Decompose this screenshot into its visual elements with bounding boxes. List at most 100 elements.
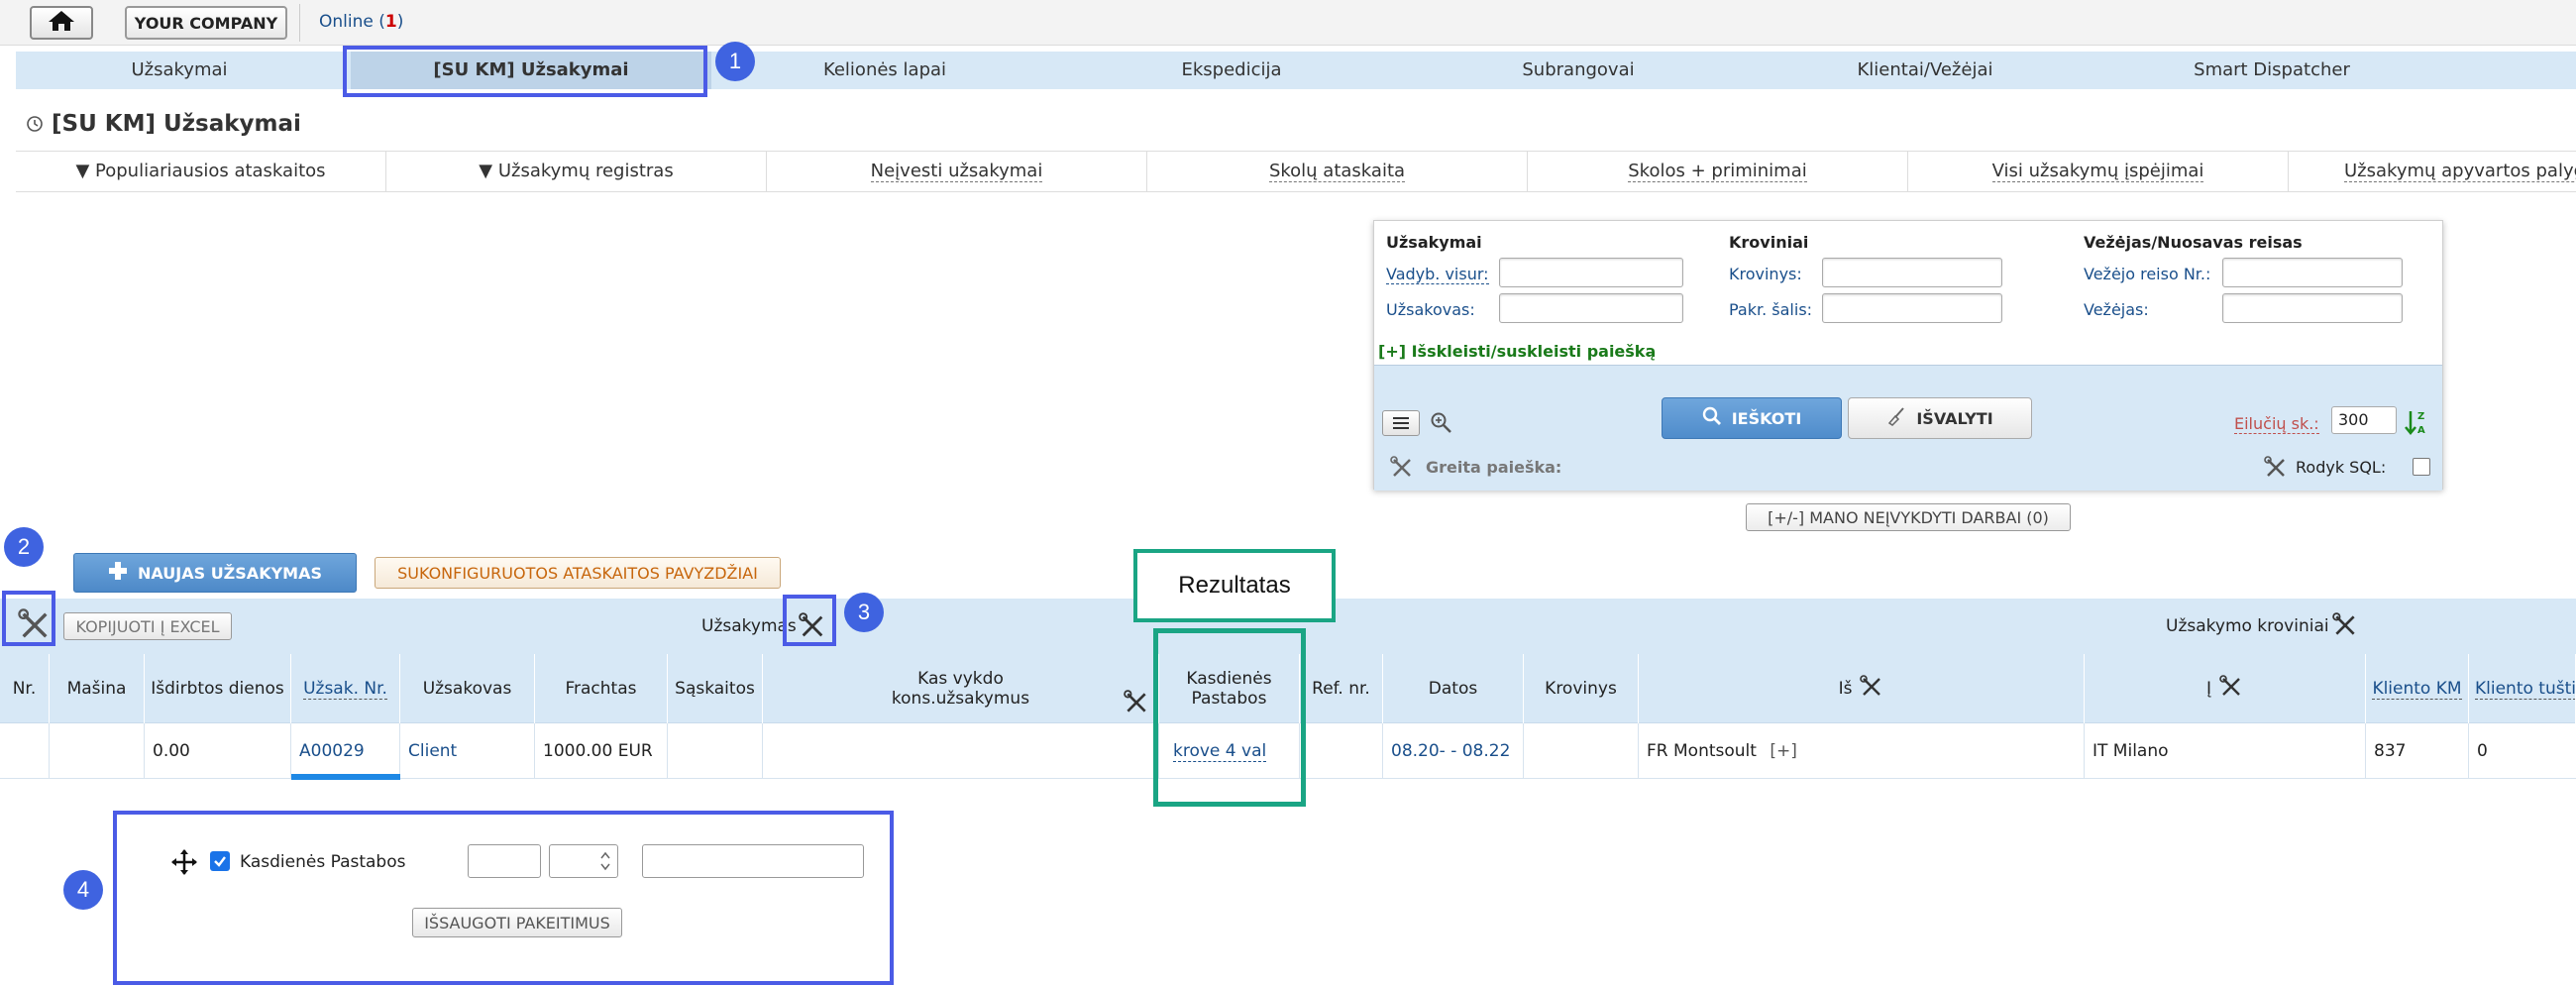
col-cargo[interactable]: Krovinys: [1524, 654, 1639, 723]
divider: [299, 4, 300, 42]
col-invoices[interactable]: Sąskaitos: [668, 654, 763, 723]
tools-icon[interactable]: [2264, 456, 2288, 484]
tab-debts-reminders[interactable]: Skolos + priminimai: [1528, 152, 1908, 191]
my-pending-tasks-button[interactable]: [+/-] MANO NEĮVYKDYTI DARBAI (0): [1746, 503, 2071, 531]
copy-to-excel-button[interactable]: KOPIJUOTI Į EXCEL: [63, 612, 232, 640]
col-machine[interactable]: Mašina: [50, 654, 145, 723]
online-indicator[interactable]: Online (1): [319, 12, 403, 32]
col-freight[interactable]: Frachtas: [535, 654, 668, 723]
cell-order-no[interactable]: A00029: [291, 723, 400, 779]
carrier-heading: Vežėjas/Nuosavas reisas: [2084, 233, 2303, 252]
rows-count-input[interactable]: 300: [2331, 406, 2397, 434]
tab-expedition[interactable]: Ekspedicija: [1058, 52, 1405, 89]
col-to[interactable]: Į: [2085, 654, 2366, 723]
tab-turnover-comparison[interactable]: Užsakymų apyvartos palyginimas: [2289, 152, 2576, 191]
col-dates[interactable]: Datos: [1383, 654, 1524, 723]
column-title-input[interactable]: [642, 844, 864, 878]
report-examples-button[interactable]: SUKONFIGURUOTOS ATASKAITOS PAVYZDŽIAI: [375, 557, 781, 589]
clear-button-label: IŠVALYTI: [1916, 408, 1993, 428]
new-order-button-label: NAUJAS UŽSAKYMAS: [137, 563, 322, 583]
col-client-empty-label: Kliento tušti: [2475, 678, 2576, 700]
col-from[interactable]: Iš: [1639, 654, 2085, 723]
col-cons-executor-line1: Kas vykdo: [917, 669, 1004, 689]
tools-icon[interactable]: [2332, 612, 2358, 642]
orders-heading: Užsakymai: [1386, 233, 1482, 252]
col-cons-executor[interactable]: Kas vykdo kons.užsakymus: [763, 654, 1159, 723]
show-sql-label: Rodyk SQL:: [2296, 458, 2387, 477]
expand-stops-link[interactable]: [+]: [1770, 741, 1797, 761]
expand-search-link[interactable]: [+] Išskleisti/suskleisti paiešką: [1378, 342, 1656, 361]
divider: [1374, 365, 2442, 366]
search-button[interactable]: IEŠKOTI: [1662, 397, 1842, 439]
tab-unentered-orders[interactable]: Neįvesti užsakymai: [767, 152, 1147, 191]
cell-worked-days: 0.00: [145, 723, 291, 779]
tab-unentered-orders-label: Neįvesti užsakymai: [870, 161, 1043, 182]
cell-from: FR Montsoult [+]: [1639, 723, 2085, 779]
report-tabs: ▼ Populiariausios ataskaitos ▼ Užsakymų …: [16, 151, 2576, 192]
cargo-input[interactable]: [1822, 258, 2002, 287]
svg-text:Z: Z: [2417, 411, 2424, 422]
col-order-no-label: Užsak. Nr.: [303, 678, 387, 700]
tab-order-register[interactable]: ▼ Užsakymų registras: [386, 152, 767, 191]
tab-clients-carriers[interactable]: Klientai/Vežėjai: [1752, 52, 2098, 89]
tools-icon[interactable]: [1390, 456, 1414, 484]
carrier-trip-input[interactable]: [2222, 258, 2403, 287]
history-icon[interactable]: [26, 115, 44, 137]
tools-icon[interactable]: [1860, 674, 1883, 704]
home-button[interactable]: [30, 6, 93, 40]
cell-dates[interactable]: 08.20- - 08.22: [1383, 723, 1524, 779]
tools-icon[interactable]: [2219, 674, 2243, 704]
online-label: Online (: [319, 12, 385, 32]
show-sql-checkbox[interactable]: [2413, 458, 2430, 476]
load-country-input[interactable]: [1822, 293, 2002, 323]
cell-to: IT Milano: [2085, 723, 2366, 779]
col-customer[interactable]: Užsakovas: [400, 654, 535, 723]
tools-icon[interactable]: [1124, 690, 1149, 719]
column-order-stepper[interactable]: [549, 844, 618, 878]
search-actions-bar: IEŠKOTI IŠVALYTI Eilučių sk.: 300 ZA Gre…: [1374, 365, 2442, 491]
manager-label: Vadyb. visur:: [1386, 265, 1489, 284]
cell-freight: 1000.00 EUR: [535, 723, 668, 779]
tab-trip-sheets[interactable]: Kelionės lapai: [711, 52, 1058, 89]
stepper-arrows-icon[interactable]: [599, 848, 611, 878]
cell-customer[interactable]: Client: [400, 723, 535, 779]
annotation-badge-1: 1: [715, 42, 755, 81]
tab-order-warnings[interactable]: Visi užsakymų įspėjimai: [1908, 152, 2289, 191]
column-width-input[interactable]: [468, 844, 541, 878]
cell-from-text: FR Montsoult: [1647, 741, 1757, 761]
zoom-icon[interactable]: [1430, 411, 1453, 439]
clear-button[interactable]: IŠVALYTI: [1848, 397, 2032, 439]
carrier-input[interactable]: [2222, 293, 2403, 323]
tab-subcontractors[interactable]: Subrangovai: [1405, 52, 1752, 89]
sort-az-icon[interactable]: ZA: [2405, 408, 2428, 440]
col-ref-no[interactable]: Ref. nr.: [1300, 654, 1383, 723]
col-client-km[interactable]: Kliento KM: [2366, 654, 2469, 723]
tab-popular-reports[interactable]: ▼ Populiariausios ataskaitos: [16, 152, 386, 191]
tab-debt-report[interactable]: Skolų ataskaita: [1147, 152, 1528, 191]
col-nr[interactable]: Nr.: [0, 654, 50, 723]
cell-client-km: 837: [2366, 723, 2469, 779]
col-cons-executor-line2: kons.užsakymus: [891, 689, 1030, 709]
cell-client-empty: 0: [2477, 741, 2488, 761]
manager-input[interactable]: [1499, 258, 1683, 287]
tab-smart-dispatcher[interactable]: Smart Dispatcher: [2098, 52, 2445, 89]
company-button[interactable]: YOUR COMPANY: [125, 6, 287, 40]
menu-button[interactable]: [1382, 410, 1420, 436]
visible-checkbox[interactable]: [210, 851, 230, 871]
col-worked-days[interactable]: Išdirbtos dienos: [145, 654, 291, 723]
col-order-no[interactable]: Užsak. Nr.: [291, 654, 400, 723]
customer-input[interactable]: [1499, 293, 1683, 323]
new-order-button[interactable]: NAUJAS UŽSAKYMAS: [73, 553, 357, 593]
carrier-trip-label: Vežėjo reiso Nr.:: [2084, 265, 2211, 283]
plus-icon: [108, 561, 128, 585]
col-from-label: Iš: [1838, 679, 1853, 699]
move-icon[interactable]: [170, 848, 198, 880]
column-config-row: Kasdienės Pastabos: [164, 840, 868, 882]
annotation-box-4: [113, 811, 894, 985]
col-client-empty[interactable]: Kliento tušti: [2469, 654, 2576, 723]
annotation-box-3: [783, 595, 836, 646]
search-button-label: IEŠKOTI: [1731, 408, 1802, 428]
save-changes-button[interactable]: IŠSAUGOTI PAKEITIMUS: [412, 908, 622, 937]
svg-text:A: A: [2417, 425, 2425, 436]
tab-orders[interactable]: Užsakymai: [16, 52, 343, 89]
